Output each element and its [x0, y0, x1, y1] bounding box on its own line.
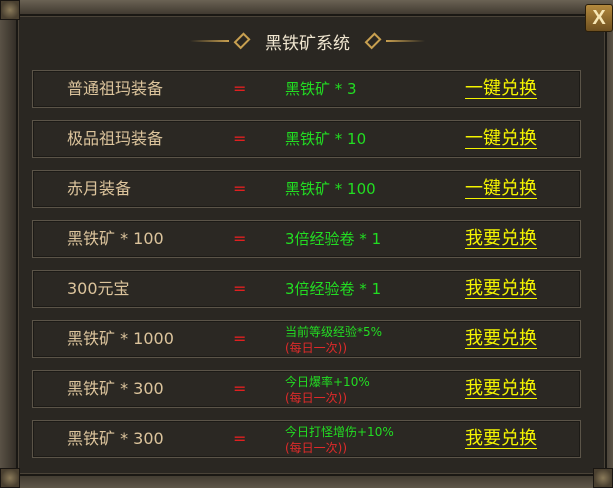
corner-ornament-top-left — [0, 0, 20, 20]
exchange-row: 极品祖玛装备 = 黑铁矿 * 10 一键兑换 — [32, 120, 581, 158]
exchange-button[interactable]: 我要兑换 — [465, 321, 537, 357]
exchange-button[interactable]: 我要兑换 — [465, 221, 537, 257]
exchange-reward: 黑铁矿 * 3 — [285, 80, 357, 98]
equals-sign: = — [233, 379, 247, 398]
exchange-button[interactable]: 我要兑换 — [465, 271, 537, 307]
exchange-cost: 黑铁矿 * 300 — [67, 429, 164, 448]
exchange-button[interactable]: 一键兑换 — [465, 121, 537, 157]
corner-ornament-bottom-right — [593, 468, 613, 488]
exchange-button[interactable]: 一键兑换 — [465, 71, 537, 107]
exchange-reward: 今日爆率+10% — [285, 375, 370, 389]
equals-sign: = — [233, 179, 247, 198]
title-ornament-right-icon — [364, 32, 382, 50]
equals-sign: = — [233, 429, 247, 448]
exchange-reward: 3倍经验卷 * 1 — [285, 280, 382, 298]
title-ornament-left-icon — [233, 32, 251, 50]
exchange-reward-block: 今日爆率+10% (每日一次)) — [285, 374, 370, 406]
exchange-reward: 黑铁矿 * 100 — [285, 180, 376, 198]
exchange-cost: 黑铁矿 * 1000 — [67, 329, 174, 348]
exchange-row: 黑铁矿 * 100 = 3倍经验卷 * 1 我要兑换 — [32, 220, 581, 258]
title-decoration-line-left — [190, 40, 229, 42]
exchange-reward: 当前等级经验*5% — [285, 325, 383, 339]
title-decoration-line-right — [386, 40, 425, 42]
equals-sign: = — [233, 129, 247, 148]
daily-limit-note: (每日一次)) — [285, 391, 348, 405]
exchange-button[interactable]: 一键兑换 — [465, 171, 537, 207]
exchange-row: 300元宝 = 3倍经验卷 * 1 我要兑换 — [32, 270, 581, 308]
daily-limit-note: (每日一次)) — [285, 441, 348, 455]
window-title: 黑铁矿系统 — [265, 33, 350, 54]
exchange-row: 黑铁矿 * 1000 = 当前等级经验*5% (每日一次)) 我要兑换 — [32, 320, 581, 358]
exchange-button[interactable]: 我要兑换 — [465, 371, 537, 407]
title-bar: 黑铁矿系统 — [190, 28, 425, 54]
exchange-reward-block: 今日打怪增伤+10% (每日一次)) — [285, 424, 394, 456]
exchange-cost: 赤月装备 — [67, 179, 132, 198]
exchange-reward-block: 当前等级经验*5% (每日一次)) — [285, 324, 382, 356]
exchange-reward: 今日打怪增伤+10% — [285, 425, 394, 439]
exchange-reward: 黑铁矿 * 10 — [285, 130, 367, 148]
exchange-row: 黑铁矿 * 300 = 今日打怪增伤+10% (每日一次)) 我要兑换 — [32, 420, 581, 458]
close-button[interactable]: X — [585, 4, 613, 32]
exchange-row: 黑铁矿 * 300 = 今日爆率+10% (每日一次)) 我要兑换 — [32, 370, 581, 408]
corner-ornament-bottom-left — [0, 468, 20, 488]
equals-sign: = — [233, 79, 247, 98]
exchange-cost: 普通祖玛装备 — [67, 79, 164, 98]
daily-limit-note: (每日一次)) — [285, 341, 348, 355]
exchange-cost: 极品祖玛装备 — [67, 129, 164, 148]
exchange-cost: 黑铁矿 * 300 — [67, 379, 164, 398]
exchange-cost: 黑铁矿 * 100 — [67, 229, 164, 248]
equals-sign: = — [233, 229, 247, 248]
exchange-reward: 3倍经验卷 * 1 — [285, 230, 382, 248]
equals-sign: = — [233, 279, 247, 298]
equals-sign: = — [233, 329, 247, 348]
exchange-cost: 300元宝 — [67, 279, 130, 298]
exchange-row: 普通祖玛装备 = 黑铁矿 * 3 一键兑换 — [32, 70, 581, 108]
exchange-row: 赤月装备 = 黑铁矿 * 100 一键兑换 — [32, 170, 581, 208]
exchange-button[interactable]: 我要兑换 — [465, 421, 537, 457]
